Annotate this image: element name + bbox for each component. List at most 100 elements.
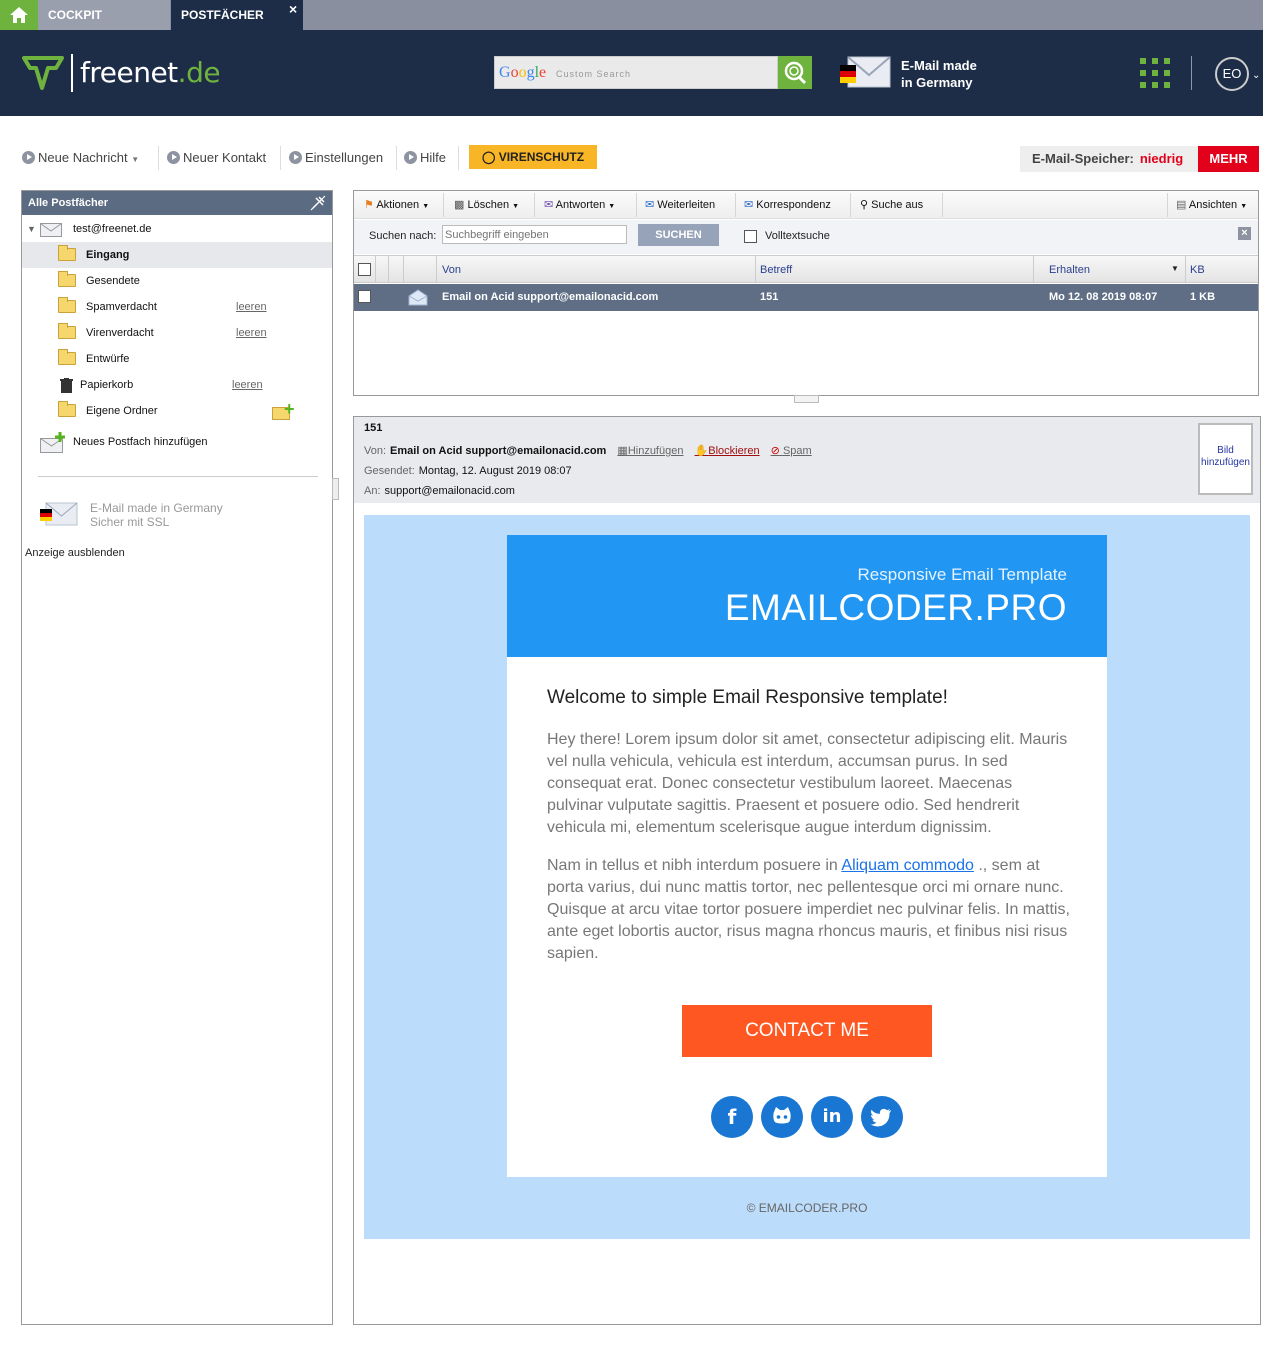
tab-close-icon[interactable]: × bbox=[289, 0, 297, 18]
facebook-icon[interactable]: f bbox=[711, 1096, 753, 1138]
row-checkbox[interactable] bbox=[358, 290, 371, 303]
column-received[interactable]: Erhalten bbox=[1049, 264, 1090, 276]
shield-icon: ◯ bbox=[481, 150, 496, 164]
ad-text[interactable]: E-Mail made in Germany Sicher mit SSL bbox=[90, 501, 223, 529]
magnifier-icon: ⚲ bbox=[860, 199, 869, 211]
hide-ad-link[interactable]: Anzeige ausblenden bbox=[25, 547, 125, 559]
trash-icon bbox=[60, 378, 73, 393]
select-all-checkbox[interactable] bbox=[358, 263, 371, 276]
new-message-button[interactable]: Neue Nachricht ▼ bbox=[22, 150, 139, 165]
twitter-icon[interactable] bbox=[861, 1096, 903, 1138]
reply-icon: ✉ bbox=[544, 199, 554, 211]
toolbar-divider bbox=[280, 146, 281, 170]
fulltext-checkbox[interactable] bbox=[744, 230, 757, 243]
home-icon bbox=[10, 7, 28, 23]
empty-folder-link[interactable]: leeren bbox=[236, 294, 267, 320]
freenet-logo-icon[interactable] bbox=[22, 54, 64, 92]
hand-icon: ✋ bbox=[694, 445, 709, 457]
email-banner: Responsive Email Template EMAILCODER.PRO bbox=[507, 535, 1107, 657]
views-button[interactable]: ▤ Ansichten ▼ bbox=[1176, 198, 1247, 211]
account-item[interactable]: ▼ test@freenet.de bbox=[22, 216, 332, 242]
tab-cockpit[interactable]: COCKPIT bbox=[38, 0, 170, 30]
message-list-pane: ⚑ Aktionen ▼ ▩ Löschen ▼ ✉ Antworten ▼ ✉… bbox=[353, 190, 1259, 396]
new-contact-button[interactable]: Neuer Kontakt bbox=[167, 150, 266, 165]
flag-icon: ⚑ bbox=[364, 199, 374, 211]
column-divider bbox=[755, 256, 756, 283]
contact-me-button[interactable]: CONTACT ME bbox=[682, 1005, 932, 1057]
folder-icon bbox=[58, 297, 76, 313]
empty-folder-link[interactable]: leeren bbox=[232, 372, 263, 398]
column-from[interactable]: Von bbox=[442, 264, 461, 276]
list-toolbar: ⚑ Aktionen ▼ ▩ Löschen ▼ ✉ Antworten ▼ ✉… bbox=[354, 191, 1258, 219]
column-size[interactable]: KB bbox=[1190, 264, 1205, 276]
logo-divider bbox=[71, 54, 73, 92]
forward-button[interactable]: ✉ Weiterleiten bbox=[645, 198, 715, 211]
search-icon bbox=[784, 61, 807, 85]
collapse-arrow-icon[interactable]: ▼ bbox=[27, 216, 36, 242]
unpin-icon[interactable] bbox=[310, 195, 326, 211]
apps-grid-icon[interactable] bbox=[1140, 58, 1172, 90]
close-search-icon[interactable]: × bbox=[1238, 227, 1251, 240]
email-paragraph: Hey there! Lorem ipsum dolor sit amet, c… bbox=[547, 731, 1068, 836]
sidebar-item-eigene-ordner[interactable]: Eigene Ordner + bbox=[22, 398, 332, 424]
empty-folder-link[interactable]: leeren bbox=[236, 320, 267, 346]
play-icon bbox=[404, 151, 417, 164]
column-divider bbox=[1185, 256, 1186, 283]
list-search-button[interactable]: SUCHEN bbox=[638, 224, 719, 246]
search-button[interactable] bbox=[778, 56, 812, 89]
add-folder-icon[interactable]: + bbox=[272, 399, 295, 430]
envelope-icon bbox=[40, 223, 62, 237]
sidebar-item-eingang[interactable]: Eingang bbox=[22, 242, 332, 268]
column-divider bbox=[1033, 256, 1034, 283]
correspondence-button[interactable]: ✉ Korrespondenz bbox=[744, 198, 831, 211]
settings-button[interactable]: Einstellungen bbox=[289, 150, 383, 165]
forbidden-icon: ⊘ bbox=[770, 445, 780, 457]
more-storage-button[interactable]: MEHR bbox=[1198, 146, 1259, 172]
tab-postfaecher[interactable]: POSTFÄCHER bbox=[171, 0, 303, 30]
horizontal-splitter[interactable] bbox=[794, 395, 819, 403]
email-card: Responsive Email Template EMAILCODER.PRO… bbox=[507, 535, 1107, 1177]
sidebar-item-virenverdacht[interactable]: Virenverdacht leeren bbox=[22, 320, 332, 346]
sidebar-item-spamverdacht[interactable]: Spamverdacht leeren bbox=[22, 294, 332, 320]
search-toggle-button[interactable]: ⚲ Suche aus bbox=[860, 198, 923, 211]
email-footer: © EMAILCODER.PRO bbox=[746, 1201, 868, 1215]
trash-icon: ▩ bbox=[454, 199, 465, 211]
caret-down-icon: ▼ bbox=[1240, 203, 1248, 210]
github-icon[interactable] bbox=[761, 1096, 803, 1138]
chevron-down-icon[interactable]: ⌄ bbox=[1252, 70, 1260, 81]
message-from: Von: Email on Acid support@emailonacid.co… bbox=[364, 445, 812, 457]
add-contact-link[interactable]: ▦Hinzufügen bbox=[617, 445, 683, 457]
table-row[interactable]: Email on Acid support@emailonacid.com 15… bbox=[354, 284, 1258, 311]
block-link[interactable]: ✋Blockieren bbox=[695, 445, 760, 457]
google-search-input[interactable]: Google Custom Search bbox=[494, 56, 778, 89]
email-link[interactable]: Aliquam commodo bbox=[841, 857, 974, 874]
add-photo-button[interactable]: Bild hinzufügen bbox=[1198, 423, 1253, 495]
user-avatar[interactable]: EO bbox=[1215, 57, 1249, 91]
spam-link[interactable]: ⊘ Spam bbox=[771, 445, 812, 457]
play-icon bbox=[22, 151, 35, 164]
column-subject[interactable]: Betreff bbox=[760, 264, 792, 276]
freenet-logo-text[interactable]: freenet.de bbox=[80, 56, 221, 89]
linkedin-icon[interactable]: in bbox=[811, 1096, 853, 1138]
reply-button[interactable]: ✉ Antworten ▼ bbox=[544, 198, 615, 211]
caret-down-icon: ▼ bbox=[608, 203, 616, 210]
toolbar-divider bbox=[942, 193, 943, 217]
add-mailbox-button[interactable]: Neues Postfach hinzufügen bbox=[22, 429, 332, 455]
message-header: 151 Von: Email on Acid support@emailonaci… bbox=[354, 417, 1260, 503]
actions-button[interactable]: ⚑ Aktionen ▼ bbox=[364, 198, 429, 211]
vertical-splitter[interactable] bbox=[332, 478, 339, 500]
delete-button[interactable]: ▩ Löschen ▼ bbox=[454, 198, 519, 211]
sort-desc-icon: ▼ bbox=[1171, 264, 1179, 273]
folder-icon bbox=[58, 401, 76, 417]
sidebar-item-gesendete[interactable]: Gesendete bbox=[22, 268, 332, 294]
toolbar-divider bbox=[1167, 193, 1168, 217]
help-button[interactable]: Hilfe bbox=[404, 150, 446, 165]
message-to: An: support@emailonacid.com bbox=[364, 485, 515, 497]
sidebar-header: Alle Postfächer bbox=[22, 191, 332, 215]
antivirus-button[interactable]: ◯ VIRENSCHUTZ bbox=[469, 145, 597, 169]
home-button[interactable] bbox=[0, 0, 38, 30]
sidebar-item-papierkorb[interactable]: Papierkorb leeren bbox=[22, 372, 332, 398]
toolbar-divider bbox=[850, 193, 851, 217]
sidebar-item-entwuerfe[interactable]: Entwürfe bbox=[22, 346, 332, 372]
list-search-input[interactable] bbox=[442, 225, 627, 244]
